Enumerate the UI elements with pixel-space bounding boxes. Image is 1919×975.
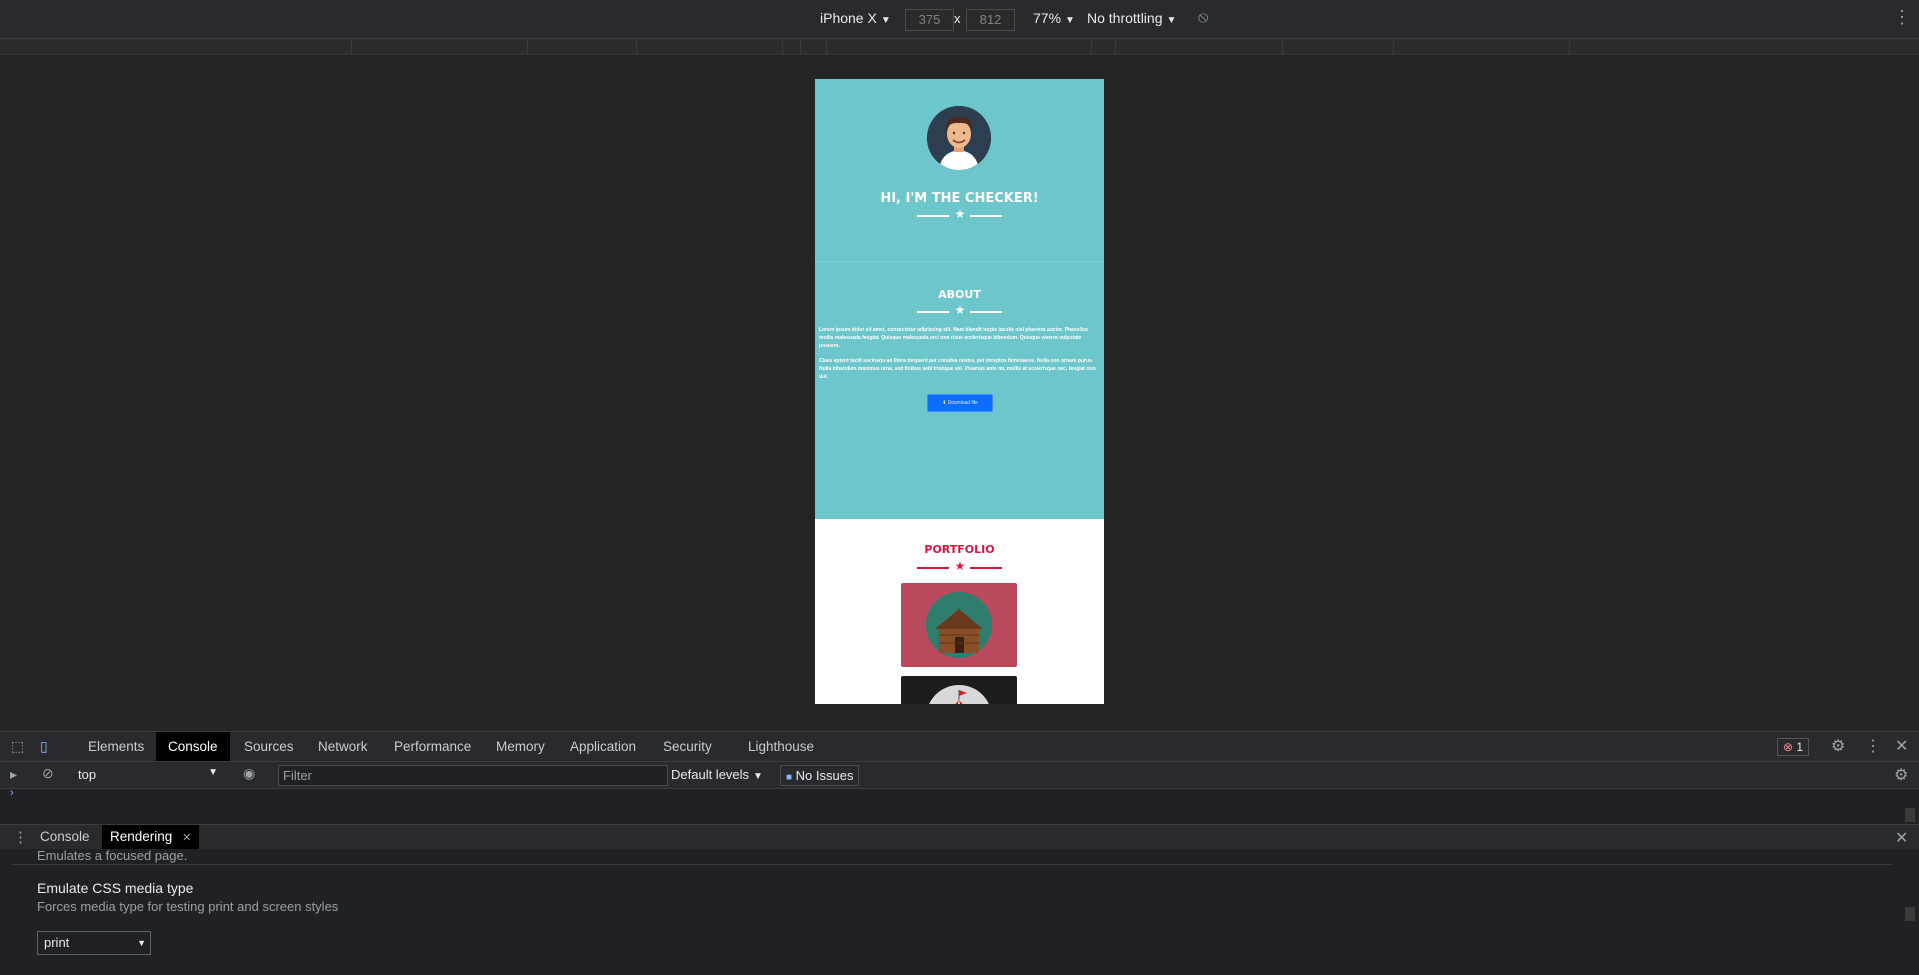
close-icon[interactable]: ✕ (1895, 736, 1908, 756)
close-drawer-icon[interactable]: ✕ (1895, 828, 1908, 848)
emulated-viewport[interactable]: HI, I'M THE CHECKER! ★ ABOUT ★ Lorem ips… (815, 79, 1104, 704)
hero-section: HI, I'M THE CHECKER! ★ (815, 79, 1104, 261)
circus-tent-icon (929, 685, 989, 704)
rendering-scrollbar[interactable] (1905, 907, 1915, 921)
portfolio-title: PORTFOLIO (924, 543, 995, 556)
inspect-element-icon[interactable]: ⬚ (11, 738, 24, 755)
about-paragraph-2: Class aptent taciti sociosqu ad litora t… (819, 358, 1096, 380)
chevron-down-icon: ▼ (880, 15, 891, 26)
tab-network[interactable]: Network (306, 732, 380, 761)
avatar-illustration (927, 106, 991, 170)
drawer-tabbar: ⋮ Console Rendering ✕ ✕ (0, 824, 1919, 850)
portfolio-section: PORTFOLIO ★ (815, 519, 1104, 704)
media-query-ruler[interactable] (0, 39, 1919, 55)
divider (13, 864, 1891, 865)
media-type-description: Forces media type for testing print and … (37, 899, 339, 914)
tab-security[interactable]: Security (651, 732, 724, 761)
portfolio-star-divider: ★ (815, 559, 1104, 574)
context-label: top (78, 767, 97, 782)
filter-input[interactable]: Filter (278, 765, 668, 786)
chevron-down-icon: ▼ (1065, 15, 1075, 26)
tab-performance[interactable]: Performance (382, 732, 483, 761)
close-icon[interactable]: ✕ (182, 832, 191, 844)
more-options-icon[interactable]: ⋮ (1865, 736, 1881, 756)
chevron-down-icon: ▼ (137, 938, 146, 948)
error-counter[interactable]: ⊗ 1 (1777, 738, 1810, 756)
download-button[interactable]: ⬇ Download file (927, 394, 993, 412)
throttling-select[interactable]: No throttling ▼ (1087, 10, 1176, 26)
star-icon: ★ (954, 303, 966, 317)
drawer-menu-icon[interactable]: ⋮ (13, 828, 28, 846)
log-levels-select[interactable]: Default levels ▼ (671, 767, 763, 782)
zoom-select[interactable]: 77% ▼ (1033, 10, 1075, 26)
prev-option-description: Emulates a focused page. (37, 848, 188, 863)
issues-label: No Issues (795, 768, 854, 783)
download-button-label: Download file (947, 400, 978, 406)
tab-console[interactable]: Console (156, 732, 230, 761)
portfolio-card-circus[interactable] (901, 676, 1017, 704)
about-star-divider: ★ (815, 303, 1104, 318)
chevron-down-icon: ▼ (1166, 15, 1177, 26)
hero-star-divider: ★ (815, 207, 1104, 222)
more-options-icon[interactable]: ⋮ (1893, 7, 1911, 28)
width-input[interactable]: 375 (905, 9, 954, 31)
context-select[interactable]: top ▼ (78, 767, 218, 782)
portfolio-card-cabin[interactable] (901, 583, 1017, 667)
device-select[interactable]: iPhone X ▼ (820, 10, 891, 26)
cabin-icon (926, 592, 992, 658)
chevron-down-icon: ▼ (753, 771, 763, 782)
about-section: ABOUT ★ Lorem ipsum dolor sit amet, cons… (815, 261, 1104, 520)
hero-title: HI, I'M THE CHECKER! (880, 191, 1039, 206)
drawer-tab-rendering[interactable]: Rendering ✕ (102, 825, 200, 849)
chevron-down-icon: ▼ (208, 767, 218, 778)
console-prompt-icon[interactable]: › (10, 787, 14, 799)
avatar (927, 106, 991, 170)
media-type-title: Emulate CSS media type (37, 880, 194, 896)
device-toolbar: iPhone X ▼ 375 x 812 77% ▼ No throttling ▼ … (0, 0, 1919, 39)
eye-icon[interactable]: ◉ (243, 765, 255, 782)
tab-application[interactable]: Application (558, 732, 648, 761)
media-type-value: print (44, 935, 70, 950)
error-icon: ⊗ (1783, 740, 1794, 754)
tab-memory[interactable]: Memory (484, 732, 557, 761)
star-icon: ★ (954, 559, 966, 573)
log-levels-label: Default levels (671, 767, 750, 782)
devtools-panel: ⬚ ▯ Elements Console Sources Network Per… (0, 731, 1919, 975)
about-paragraph-1: Lorem ipsum dolor sit amet, consectetur … (819, 327, 1088, 349)
error-count: 1 (1796, 740, 1804, 754)
rotate-icon[interactable]: ⦸ (1198, 9, 1208, 27)
star-icon: ★ (954, 207, 966, 221)
sidebar-toggle-icon[interactable]: ▸ (10, 766, 17, 783)
console-toolbar: ▸ ⊘ top ▼ ◉ Filter Default levels ▼ ■ No I… (0, 762, 1919, 789)
height-input[interactable]: 812 (966, 9, 1015, 31)
drawer-tab-rendering-label: Rendering (110, 829, 173, 844)
device-toolbar-toggle-icon[interactable]: ▯ (40, 738, 48, 755)
console-settings-icon[interactable]: ⚙ (1894, 765, 1908, 785)
tab-sources[interactable]: Sources (232, 732, 306, 761)
issues-button[interactable]: ■ No Issues (780, 765, 860, 786)
devtools-tabbar: ⬚ ▯ Elements Console Sources Network Per… (0, 732, 1919, 762)
tab-elements[interactable]: Elements (76, 732, 156, 761)
about-title: ABOUT (938, 288, 981, 301)
zoom-label: 77% (1033, 10, 1062, 26)
drawer-tab-console[interactable]: Console (32, 825, 98, 849)
console-scrollbar[interactable] (1905, 808, 1915, 822)
clear-console-icon[interactable]: ⊘ (42, 765, 54, 782)
device-select-label: iPhone X (820, 10, 877, 26)
tab-lighthouse[interactable]: Lighthouse (736, 732, 826, 761)
settings-icon[interactable]: ⚙ (1831, 736, 1845, 756)
dimension-separator: x (954, 11, 961, 26)
issues-icon: ■ (786, 772, 793, 783)
throttling-label: No throttling (1087, 10, 1163, 26)
rendering-panel: Emulates a focused page. Emulate CSS med… (0, 848, 1919, 975)
media-type-select[interactable]: print ▼ (37, 931, 151, 955)
